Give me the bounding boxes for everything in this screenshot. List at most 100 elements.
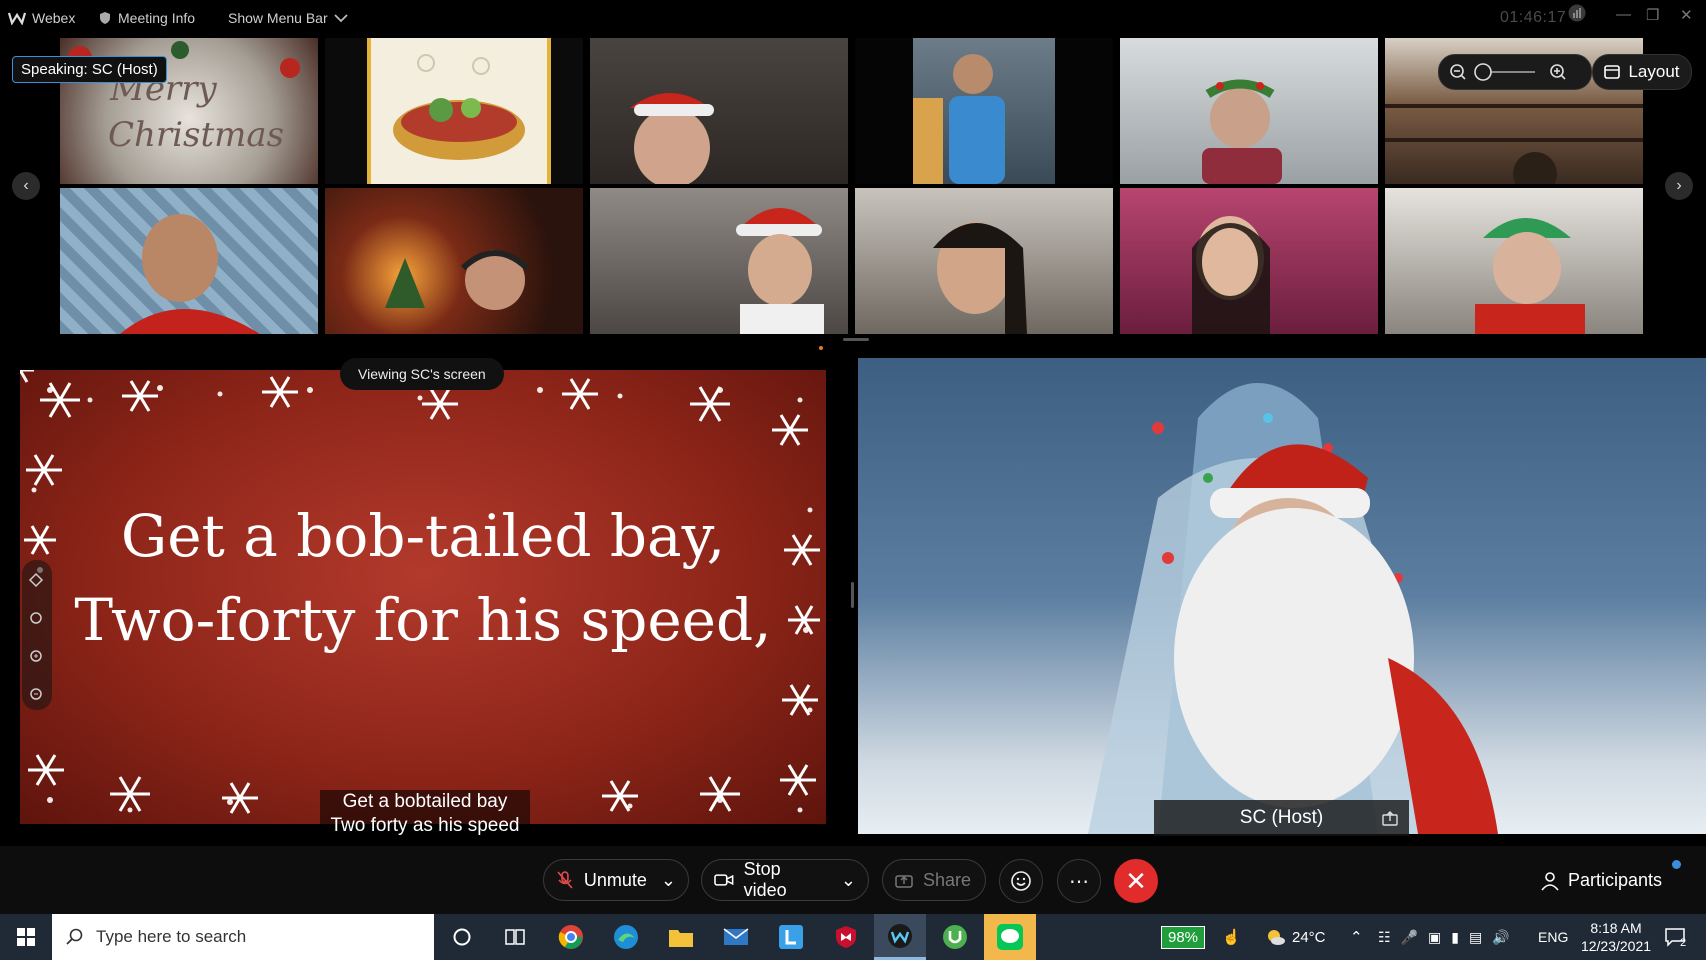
layout-button[interactable]: Layout xyxy=(1592,54,1692,90)
participant-video-santa-hat-boy-2[interactable] xyxy=(590,188,848,334)
show-hidden-icons[interactable]: ⌃ xyxy=(1350,914,1363,960)
caption-line-2: Two forty as his speed xyxy=(330,815,520,836)
grid-zoom-control[interactable] xyxy=(1438,54,1592,90)
shield-icon xyxy=(100,12,110,24)
task-view-button[interactable] xyxy=(489,914,541,960)
stop-video-button[interactable]: Stop video ⌄ xyxy=(701,859,869,901)
edge-app[interactable] xyxy=(600,914,652,960)
shared-screen: Get a bob-tailed bay, Two-forty for his … xyxy=(20,370,826,824)
start-button[interactable] xyxy=(0,914,52,960)
unmute-label: Unmute xyxy=(583,869,647,890)
notification-center[interactable]: 2 xyxy=(1664,914,1686,960)
chevron-left-icon: ‹ xyxy=(23,177,29,194)
weather-widget[interactable]: 24°C xyxy=(1266,914,1326,960)
participant-video-girl-pink-bg[interactable] xyxy=(1120,188,1378,334)
webex-app-menu[interactable]: Webex xyxy=(8,10,75,26)
chevron-down-icon[interactable]: ⌄ xyxy=(661,870,676,891)
share-button[interactable]: Share xyxy=(882,859,986,901)
taskbar-search[interactable]: Type here to search xyxy=(52,914,434,960)
edge-icon xyxy=(614,925,638,949)
cortana-button[interactable] xyxy=(436,914,488,960)
layout-label: Layout xyxy=(1628,62,1680,81)
pointer-icon xyxy=(30,612,42,624)
mcafee-app[interactable] xyxy=(820,914,872,960)
show-menu-bar-label: Show Menu Bar xyxy=(228,10,328,26)
touch-icon[interactable]: ☝ xyxy=(1222,914,1241,960)
participant-video-boy-snowflake-bg[interactable] xyxy=(60,188,318,334)
stop-video-label: Stop video xyxy=(743,859,787,900)
language-indicator[interactable]: ENG xyxy=(1538,914,1568,960)
l-app[interactable] xyxy=(765,914,817,960)
participants-button[interactable]: Participants xyxy=(1540,870,1662,891)
line-app[interactable] xyxy=(984,914,1036,960)
windows-taskbar: Type here to search 98% ☝ 24°C ⌃ ☷ 🎤 ▣ ▮… xyxy=(0,914,1706,960)
leave-meeting-button[interactable]: ✕ xyxy=(1114,859,1158,903)
shield-icon xyxy=(836,926,856,948)
participant-figure xyxy=(630,93,714,184)
drag-dot xyxy=(819,346,823,350)
folder-icon xyxy=(669,930,693,947)
notification-dot xyxy=(1672,860,1681,869)
participant-video-girl-wreath[interactable] xyxy=(1120,38,1378,184)
l-app-icon xyxy=(779,925,803,949)
split-resize-handle[interactable] xyxy=(851,582,854,608)
chrome-app[interactable] xyxy=(545,914,597,960)
battery-indicator[interactable]: 98% xyxy=(1161,914,1206,960)
participant-figure xyxy=(120,214,260,334)
layout-icon xyxy=(1604,65,1621,79)
battery-icon[interactable]: ▮ xyxy=(1451,929,1459,946)
host-name-label: SC (Host) xyxy=(1154,800,1409,836)
show-menu-bar-button[interactable]: Show Menu Bar xyxy=(228,10,348,26)
u-app[interactable] xyxy=(929,914,981,960)
search-placeholder: Type here to search xyxy=(96,927,247,946)
participant-video-santa-hat-boy[interactable] xyxy=(590,38,848,184)
chevron-down-icon[interactable]: ⌄ xyxy=(841,870,856,891)
more-options-button[interactable]: ⋯ xyxy=(1057,859,1101,903)
stats-icon[interactable] xyxy=(1568,4,1586,26)
zoom-in-icon xyxy=(1550,64,1566,80)
participant-video-boy-blue-shirt[interactable] xyxy=(855,38,1113,184)
minimize-icon[interactable]: — xyxy=(1616,6,1631,23)
webex-app[interactable] xyxy=(874,914,926,960)
share-icon xyxy=(895,875,913,888)
windows-logo-icon xyxy=(17,928,35,946)
viewing-screen-indicator: Viewing SC's screen xyxy=(340,358,504,390)
meeting-info-button[interactable]: Meeting Info xyxy=(98,10,195,26)
participant-figure xyxy=(1192,216,1270,334)
file-explorer-app[interactable] xyxy=(655,914,707,960)
participant-figure xyxy=(1202,79,1282,184)
host-video[interactable] xyxy=(858,358,1706,834)
volume-icon[interactable]: 🔊 xyxy=(1492,929,1509,946)
projector-icon[interactable]: ▣ xyxy=(1428,929,1441,946)
webex-logo-icon xyxy=(8,12,26,25)
unmute-button[interactable]: Unmute ⌄ xyxy=(543,859,689,901)
closed-captions: Get a bobtailed bay Two forty as his spe… xyxy=(320,790,530,838)
mail-app[interactable] xyxy=(710,914,762,960)
annotation-toolbar xyxy=(22,560,52,710)
search-icon xyxy=(66,928,83,945)
grid-prev-button[interactable]: ‹ xyxy=(12,172,40,200)
usb-icon[interactable]: ☷ xyxy=(1378,929,1391,946)
restore-icon[interactable]: ❐ xyxy=(1646,6,1659,24)
reactions-button[interactable] xyxy=(999,859,1043,903)
line-icon xyxy=(997,924,1023,950)
close-icon: ✕ xyxy=(1125,865,1147,896)
grid-resize-handle[interactable] xyxy=(843,338,869,341)
participant-video-boy-green-hat[interactable] xyxy=(1385,188,1643,334)
sun-cloud-icon xyxy=(1268,930,1285,945)
grid-next-button[interactable]: › xyxy=(1665,172,1693,200)
participant-video-girl-ponytail[interactable] xyxy=(855,188,1113,334)
title-bar: Webex Meeting Info Show Menu Bar 01:46:1… xyxy=(0,0,1706,38)
zoom-out-icon xyxy=(30,688,42,700)
participant-figure xyxy=(385,250,530,310)
muted-mic-icon xyxy=(557,871,573,889)
share-screen-icon[interactable] xyxy=(1382,810,1398,826)
participant-video-fireplace[interactable] xyxy=(325,188,583,334)
close-icon[interactable]: ✕ xyxy=(1680,6,1693,24)
cortana-icon xyxy=(453,928,471,946)
participant-video-food-illustration[interactable] xyxy=(325,38,583,184)
network-icon[interactable]: ▤ xyxy=(1469,929,1482,946)
clock[interactable]: 8:18 AM 12/23/2021 xyxy=(1578,914,1654,960)
mic-icon[interactable]: 🎤 xyxy=(1401,929,1418,946)
santa-host-figure xyxy=(1088,383,1498,834)
